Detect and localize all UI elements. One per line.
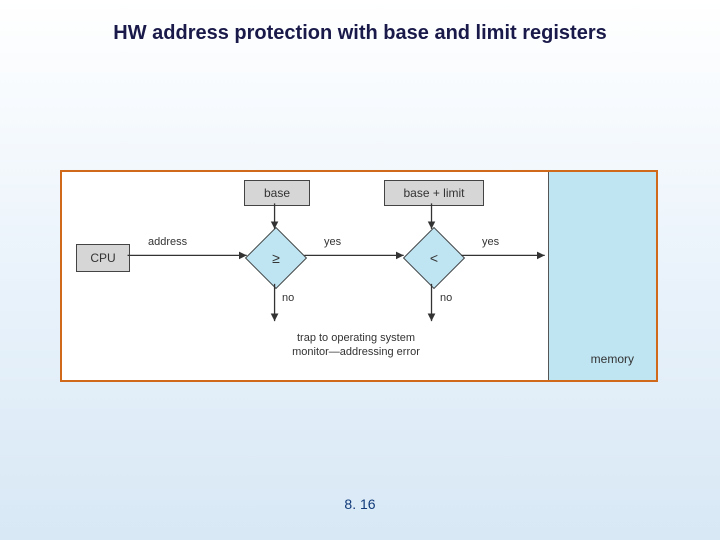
address-label: address bbox=[148, 236, 187, 248]
page-number: 8. 16 bbox=[0, 496, 720, 512]
no-label-2: no bbox=[440, 292, 452, 304]
yes-label-2: yes bbox=[482, 236, 499, 248]
comparator-lt: < bbox=[404, 228, 464, 288]
trap-line2: monitor—addressing error bbox=[292, 346, 420, 358]
comparator-ge: ≥ bbox=[246, 228, 306, 288]
trap-text: trap to operating system monitor—address… bbox=[256, 332, 456, 360]
comparator-lt-text: < bbox=[430, 250, 438, 266]
memory-label: memory bbox=[591, 352, 634, 366]
page-title: HW address protection with base and limi… bbox=[0, 22, 720, 45]
trap-line1: trap to operating system bbox=[297, 332, 415, 344]
diagram-frame: memory CPU base base + limit ≥ < address… bbox=[60, 170, 658, 382]
comparator-ge-text: ≥ bbox=[272, 250, 280, 266]
limit-register-box: base + limit bbox=[384, 180, 484, 206]
memory-block bbox=[548, 172, 656, 380]
no-label-1: no bbox=[282, 292, 294, 304]
yes-label-1: yes bbox=[324, 236, 341, 248]
cpu-box: CPU bbox=[76, 244, 130, 272]
base-register-box: base bbox=[244, 180, 310, 206]
